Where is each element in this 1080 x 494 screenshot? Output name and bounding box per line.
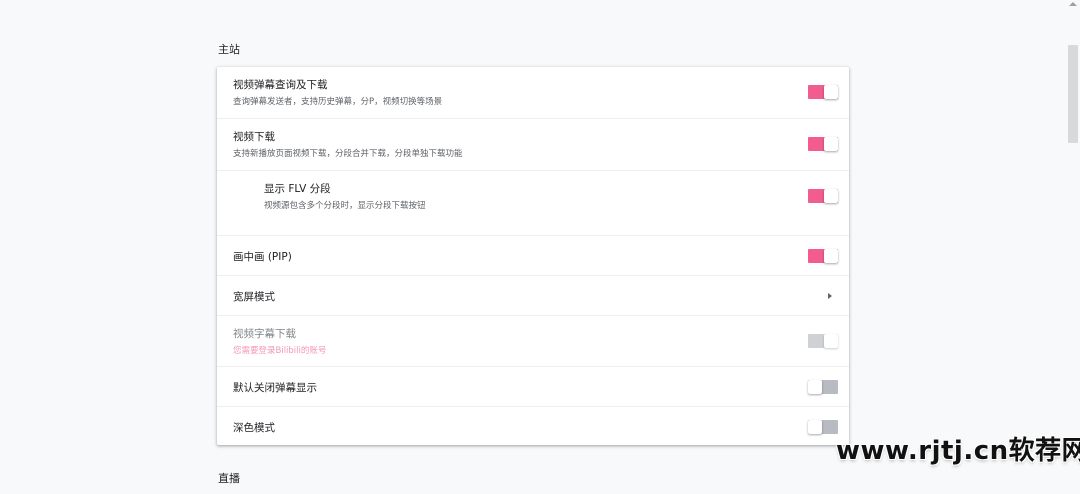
settings-card-main: 视频弹幕查询及下载 查询弹幕发送者，支持历史弹幕，分P，视频切换等场景 视频下载… — [217, 67, 849, 445]
section-title-live: 直播 — [218, 472, 240, 485]
toggle-knob — [808, 420, 822, 434]
setting-description: 查询弹幕发送者，支持历史弹幕，分P，视频切换等场景 — [233, 97, 443, 107]
setting-title: 画中画 (PIP) — [233, 251, 292, 263]
section-title-main: 主站 — [218, 43, 240, 56]
setting-title: 视频字幕下载 — [233, 328, 296, 340]
danmaku-query-toggle[interactable] — [808, 85, 838, 99]
setting-title: 视频下载 — [233, 131, 275, 143]
setting-title: 宽屏模式 — [233, 291, 275, 303]
setting-row-hide-danmaku[interactable]: 默认关闭弹幕显示 — [217, 367, 849, 407]
flv-segments-toggle[interactable] — [808, 189, 838, 203]
setting-row-flv-segments[interactable]: 显示 FLV 分段 视频源包含多个分段时，显示分段下载按钮 — [217, 171, 849, 236]
dark-mode-toggle[interactable] — [808, 420, 838, 434]
chevron-right-icon[interactable] — [828, 293, 832, 299]
hide-danmaku-toggle[interactable] — [808, 380, 838, 394]
setting-description: 支持新播放页面视频下载，分段合并下载，分段单独下载功能 — [233, 149, 463, 159]
toggle-knob — [824, 137, 838, 151]
setting-row-danmaku-query[interactable]: 视频弹幕查询及下载 查询弹幕发送者，支持历史弹幕，分P，视频切换等场景 — [217, 67, 849, 119]
setting-row-dark-mode[interactable]: 深色模式 — [217, 407, 849, 445]
toggle-knob — [824, 334, 838, 348]
setting-title: 深色模式 — [233, 422, 275, 434]
pip-toggle[interactable] — [808, 249, 838, 263]
setting-row-widescreen[interactable]: 宽屏模式 — [217, 276, 849, 316]
toggle-knob — [808, 380, 822, 394]
toggle-knob — [824, 249, 838, 263]
scrollbar-thumb[interactable] — [1068, 45, 1078, 143]
setting-row-subtitle-download: 视频字幕下载 您需要登录Bilibili的账号 — [217, 316, 849, 367]
setting-title: 显示 FLV 分段 — [264, 183, 331, 195]
setting-description: 视频源包含多个分段时，显示分段下载按钮 — [264, 201, 426, 211]
scroll-up-arrow-icon[interactable] — [1069, 2, 1077, 6]
login-required-warning: 您需要登录Bilibili的账号 — [233, 346, 327, 356]
toggle-knob — [824, 85, 838, 99]
setting-row-pip[interactable]: 画中画 (PIP) — [217, 236, 849, 276]
subtitle-download-toggle — [808, 334, 838, 348]
setting-row-video-download[interactable]: 视频下载 支持新播放页面视频下载，分段合并下载，分段单独下载功能 — [217, 119, 849, 171]
watermark: www.rjtj.cn软荐网 — [836, 436, 1080, 466]
settings-page: 主站 视频弹幕查询及下载 查询弹幕发送者，支持历史弹幕，分P，视频切换等场景 视… — [0, 0, 1080, 494]
setting-title: 默认关闭弹幕显示 — [233, 382, 317, 394]
video-download-toggle[interactable] — [808, 137, 838, 151]
toggle-knob — [824, 189, 838, 203]
setting-title: 视频弹幕查询及下载 — [233, 79, 328, 91]
